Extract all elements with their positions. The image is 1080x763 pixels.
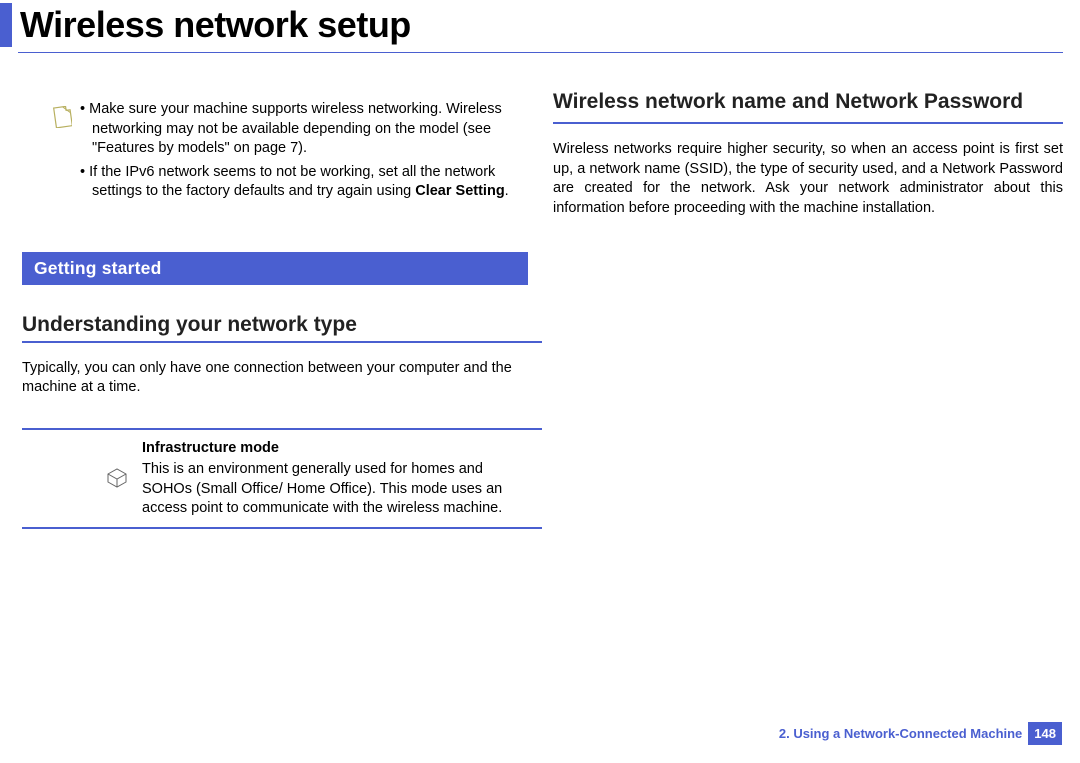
definition-title: Infrastructure mode [142, 440, 536, 456]
right-heading: Wireless network name and Network Passwo… [553, 90, 1063, 114]
note-icon [52, 106, 72, 133]
note-item-text: Make sure your machine supports wireless… [89, 101, 502, 156]
clear-setting-label: Clear Setting [415, 183, 504, 199]
cube-icon [104, 466, 130, 495]
definition-block: Infrastructure mode This is an environme… [22, 428, 542, 529]
title-rule [18, 52, 1063, 53]
footer-chapter: 2. Using a Network-Connected Machine [779, 726, 1022, 741]
body-text: Typically, you can only have one connect… [22, 359, 542, 398]
right-heading-rule [553, 122, 1063, 124]
title-accent-bar [0, 3, 12, 47]
left-column: • Make sure your machine supports wirele… [22, 100, 542, 529]
note-list: • Make sure your machine supports wirele… [80, 100, 542, 202]
title-bar-wrap: Wireless network setup [0, 0, 411, 50]
note-item: • If the IPv6 network seems to not be wo… [80, 163, 542, 202]
note-item: • Make sure your machine supports wirele… [80, 100, 542, 159]
right-column: Wireless network name and Network Passwo… [553, 90, 1063, 248]
footer-page-number: 148 [1028, 722, 1062, 745]
right-body-text: Wireless networks require higher securit… [553, 140, 1063, 218]
footer: 2. Using a Network-Connected Machine 148 [779, 722, 1062, 745]
note-block: • Make sure your machine supports wirele… [22, 100, 542, 202]
definition-inner: Infrastructure mode This is an environme… [22, 440, 542, 519]
definition-text: This is an environment generally used fo… [142, 460, 536, 519]
sub-heading: Understanding your network type [22, 313, 542, 337]
sub-heading-rule [22, 341, 542, 343]
page-title: Wireless network setup [20, 4, 411, 46]
note-period: . [505, 183, 509, 199]
document-page: Wireless network setup • Make sure your … [0, 0, 1080, 763]
section-banner: Getting started [22, 252, 528, 285]
